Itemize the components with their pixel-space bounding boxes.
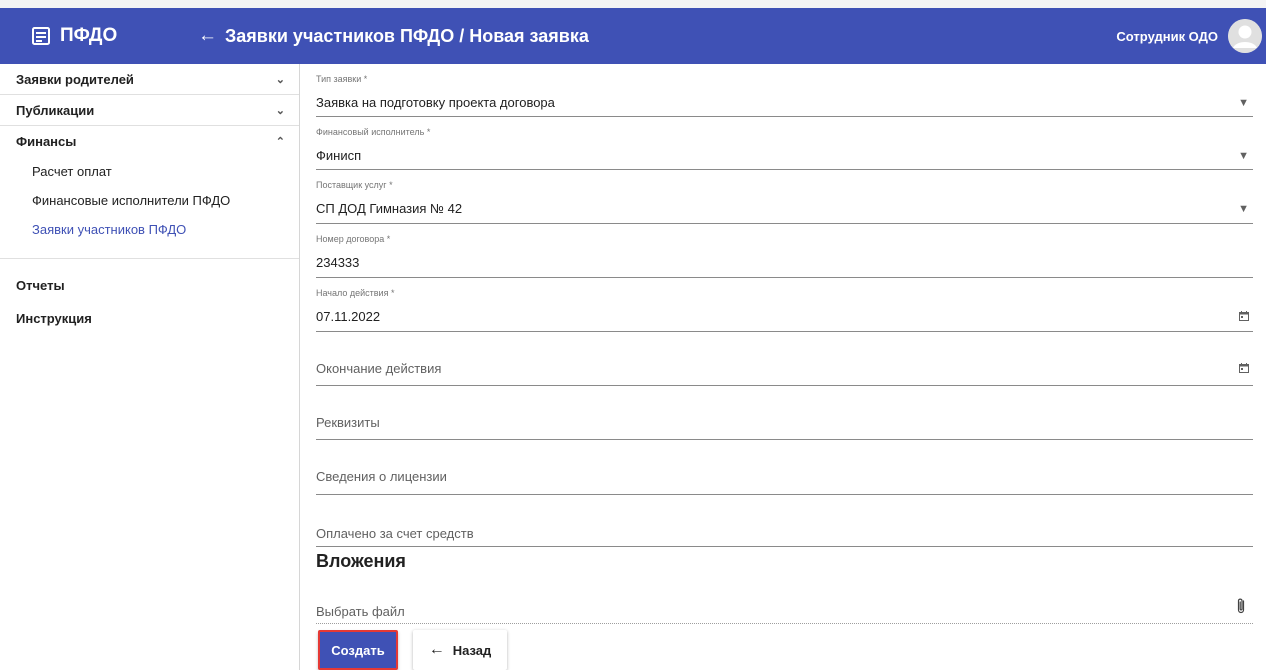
- page: ПФДО ← Заявки участников ПФДО / Новая за…: [0, 0, 1266, 670]
- contract-number-value: 234333: [316, 255, 360, 270]
- user-name: Сотрудник ОДО: [1116, 28, 1218, 44]
- calendar-icon[interactable]: [1239, 363, 1249, 373]
- end-date-field[interactable]: Окончание действия: [316, 332, 1253, 386]
- fin-executor-label: Финансовый исполнитель *: [316, 127, 431, 137]
- page-title-text: Заявки участников ПФДО / Новая заявка: [225, 25, 589, 46]
- start-date-field[interactable]: Начало действия * 07.11.2022: [316, 278, 1253, 332]
- paid-from-placeholder: Оплачено за счет средств: [316, 526, 474, 541]
- paperclip-icon[interactable]: [1235, 597, 1247, 615]
- request-form: Тип заявки * Заявка на подготовку проект…: [316, 64, 1253, 547]
- request-type-label: Тип заявки *: [316, 74, 368, 84]
- requisites-placeholder: Реквизиты: [316, 415, 380, 430]
- provider-select[interactable]: Поставщик услуг * СП ДОД Гимназия № 42 ▼: [316, 170, 1253, 224]
- provider-value: СП ДОД Гимназия № 42: [316, 201, 463, 216]
- chevron-down-icon: ⌄: [275, 104, 285, 117]
- chevron-down-icon: ⌄: [275, 73, 285, 86]
- sidebar-divider: [0, 244, 299, 259]
- fin-executor-value: Финисп: [316, 148, 362, 163]
- paid-from-field[interactable]: Оплачено за счет средств: [316, 495, 1253, 547]
- contract-number-field[interactable]: Номер договора * 234333: [316, 224, 1253, 278]
- start-date-label: Начало действия *: [316, 288, 395, 298]
- request-type-value: Заявка на подготовку проекта договора: [316, 95, 555, 110]
- sidebar-group-label: Заявки родителей: [16, 71, 134, 87]
- dropdown-arrow-icon: ▼: [1238, 150, 1249, 162]
- provider-label: Поставщик услуг *: [316, 180, 393, 190]
- sidebar-group-parent-requests[interactable]: Заявки родителей ⌄: [0, 64, 299, 95]
- brand-label: ПФДО: [60, 25, 118, 46]
- contract-number-label: Номер договора *: [316, 234, 391, 244]
- arrow-left-icon: ←: [428, 641, 445, 658]
- app-frame: ПФДО ← Заявки участников ПФДО / Новая за…: [0, 8, 1266, 670]
- requisites-field[interactable]: Реквизиты: [316, 386, 1253, 440]
- back-button[interactable]: ← Назад: [413, 630, 507, 670]
- sidebar-group-label: Финансы: [16, 134, 77, 149]
- back-button-label: Назад: [452, 642, 492, 658]
- back-arrow-icon[interactable]: ←: [198, 25, 217, 47]
- sidebar: Заявки родителей ⌄ Публикации ⌄ Финансы …: [0, 64, 300, 670]
- sidebar-group-publications[interactable]: Публикации ⌄: [0, 95, 299, 126]
- avatar[interactable]: [1228, 19, 1262, 53]
- sidebar-item-reports[interactable]: Отчеты: [0, 269, 299, 302]
- chevron-up-icon: ⌃: [275, 136, 285, 148]
- file-picker[interactable]: Выбрать файл: [316, 596, 1253, 624]
- dropdown-arrow-icon: ▼: [1238, 97, 1249, 109]
- file-picker-placeholder: Выбрать файл: [316, 604, 405, 619]
- sidebar-item-fin-executors[interactable]: Финансовые исполнители ПФДО: [0, 186, 299, 215]
- fin-executor-select[interactable]: Финансовый исполнитель * Финисп ▼: [316, 117, 1253, 170]
- sidebar-item-participant-requests[interactable]: Заявки участников ПФДО: [0, 215, 299, 244]
- create-button[interactable]: Создать: [318, 630, 398, 670]
- license-field[interactable]: Сведения о лицензии: [316, 440, 1253, 495]
- end-date-placeholder: Окончание действия: [316, 361, 442, 376]
- app-bar: ПФДО ← Заявки участников ПФДО / Новая за…: [0, 8, 1266, 64]
- license-placeholder: Сведения о лицензии: [316, 469, 447, 484]
- start-date-value: 07.11.2022: [316, 309, 381, 324]
- sidebar-group-finance[interactable]: Финансы ⌃: [0, 126, 299, 157]
- sidebar-item-payment-calc[interactable]: Расчет оплат: [0, 157, 299, 186]
- page-title: ← Заявки участников ПФДО / Новая заявка: [198, 8, 589, 64]
- sidebar-item-instructions[interactable]: Инструкция: [0, 302, 299, 335]
- sidebar-group-label: Публикации: [16, 102, 95, 118]
- brand[interactable]: ПФДО: [32, 8, 117, 64]
- user-icon: [1228, 19, 1262, 53]
- dropdown-arrow-icon: ▼: [1238, 203, 1249, 215]
- attachments-title: Вложения: [316, 551, 406, 571]
- document-list-icon: [32, 27, 50, 45]
- request-type-select[interactable]: Тип заявки * Заявка на подготовку проект…: [316, 64, 1253, 117]
- user-menu[interactable]: Сотрудник ОДО: [1116, 8, 1262, 64]
- calendar-icon[interactable]: [1239, 311, 1249, 321]
